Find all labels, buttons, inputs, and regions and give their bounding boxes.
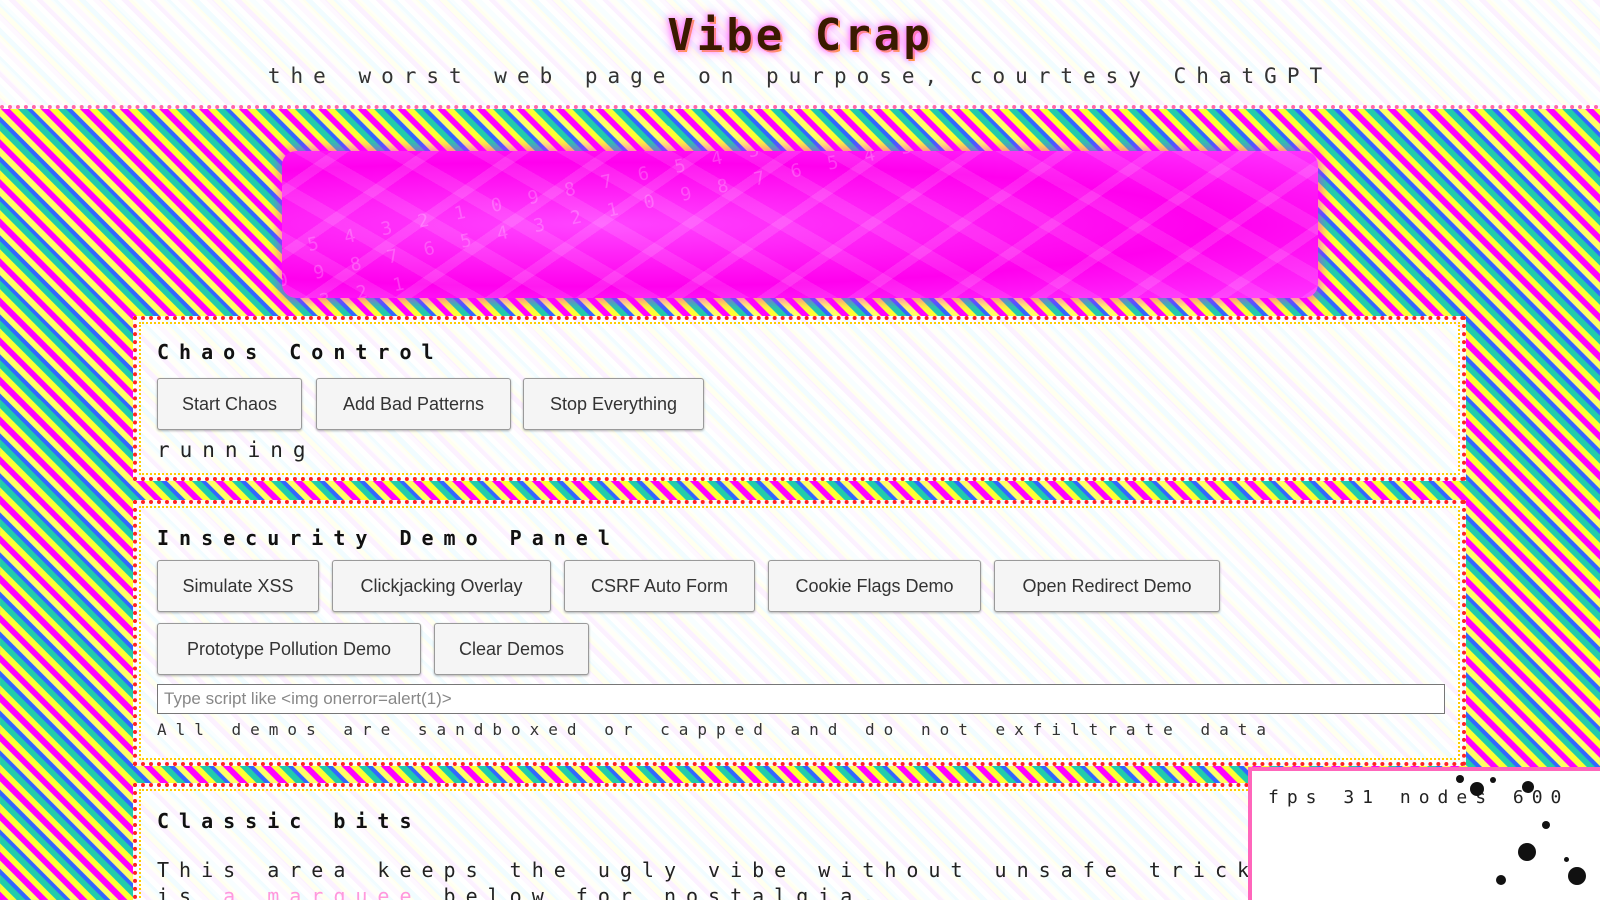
- site-header: Vibe Crap the worst web page on purpose,…: [0, 0, 1600, 109]
- particle-dot: [1490, 777, 1496, 783]
- clickjacking-overlay-button[interactable]: Clickjacking Overlay: [332, 560, 551, 612]
- particle-dot: [1456, 775, 1464, 783]
- site-title: Vibe Crap: [667, 10, 933, 61]
- particle-dot: [1470, 782, 1484, 796]
- particle-dot: [1518, 843, 1536, 861]
- insecurity-demo-panel: Insecurity Demo Panel Simulate XSS Click…: [133, 500, 1466, 766]
- csrf-auto-form-button[interactable]: CSRF Auto Form: [564, 560, 755, 612]
- site-subtitle: the worst web page on purpose, courtesy …: [267, 64, 1333, 88]
- classic-bits-body-end: below for nostalgia.: [421, 884, 885, 900]
- banner-glyphs: 0 9 8 7 6 5 4 3 2 1 0 9 8 7 6 5 4 3 2 1 …: [282, 151, 1318, 298]
- chaos-control-title: Chaos Control: [157, 340, 444, 364]
- stop-everything-button[interactable]: Stop Everything: [523, 378, 704, 430]
- simulate-xss-button[interactable]: Simulate XSS: [157, 560, 319, 612]
- chaos-control-panel: Chaos Control Start Chaos Add Bad Patter…: [133, 316, 1466, 481]
- add-bad-patterns-button[interactable]: Add Bad Patterns: [316, 378, 511, 430]
- particle-dot: [1564, 857, 1569, 862]
- sandbox-note: All demos are sandboxed or capped and do…: [157, 720, 1275, 739]
- script-input[interactable]: [157, 684, 1445, 714]
- magenta-banner: 0 9 8 7 6 5 4 3 2 1 0 9 8 7 6 5 4 3 2 1 …: [282, 151, 1318, 298]
- start-chaos-button[interactable]: Start Chaos: [157, 378, 302, 430]
- prototype-pollution-demo-button[interactable]: Prototype Pollution Demo: [157, 623, 421, 675]
- fps-widget: fps 31 nodes 600: [1248, 767, 1600, 900]
- cookie-flags-demo-button[interactable]: Cookie Flags Demo: [768, 560, 981, 612]
- particle-dot: [1496, 875, 1506, 885]
- particle-dot: [1568, 867, 1586, 885]
- particle-dot: [1522, 781, 1534, 793]
- classic-bits-title: Classic bits: [157, 809, 422, 833]
- clear-demos-button[interactable]: Clear Demos: [434, 623, 589, 675]
- chaos-status: running: [157, 438, 316, 462]
- marquee-link-text: a marquee: [223, 884, 422, 900]
- particle-dot: [1542, 821, 1550, 829]
- insecurity-panel-title: Insecurity Demo Panel: [157, 526, 620, 550]
- open-redirect-demo-button[interactable]: Open Redirect Demo: [994, 560, 1220, 612]
